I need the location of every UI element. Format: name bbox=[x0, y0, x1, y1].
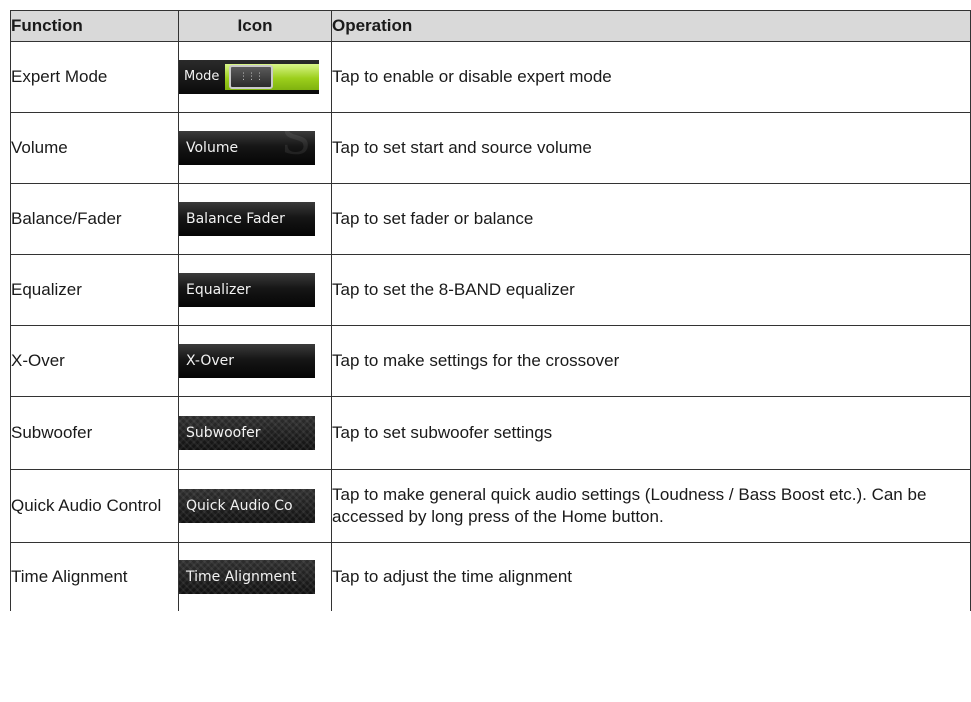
icon-cell: Subwoofer bbox=[178, 396, 332, 470]
watermark-glyph: S bbox=[280, 131, 311, 165]
function-name: Expert Mode bbox=[10, 41, 179, 113]
expert-mode-toggle-icon: Mode ⋮⋮⋮ bbox=[179, 60, 319, 94]
icon-label: Time Alignment bbox=[186, 569, 297, 585]
function-name: Volume bbox=[10, 112, 179, 184]
equalizer-button-icon: Equalizer bbox=[179, 273, 315, 307]
icon-cell: Balance Fader bbox=[178, 183, 332, 255]
time-alignment-button-icon: Time Alignment bbox=[179, 560, 315, 594]
operation-text: Tap to make general quick audio settings… bbox=[331, 469, 971, 543]
icon-cell: Time Alignment bbox=[178, 542, 332, 611]
function-name: Quick Audio Control bbox=[10, 469, 179, 543]
table-row: Quick Audio Control Quick Audio Co Tap t… bbox=[10, 469, 971, 543]
icon-label: X-Over bbox=[186, 353, 235, 369]
icon-cell: Volume S bbox=[178, 112, 332, 184]
function-name: Equalizer bbox=[10, 254, 179, 326]
operation-text: Tap to set subwoofer settings bbox=[331, 396, 971, 470]
header-operation: Operation bbox=[331, 10, 971, 42]
table-row: Equalizer Equalizer Tap to set the 8-BAN… bbox=[10, 254, 971, 326]
operation-text: Tap to set the 8-BAND equalizer bbox=[331, 254, 971, 326]
balance-fader-button-icon: Balance Fader bbox=[179, 202, 315, 236]
operation-text: Tap to adjust the time alignment bbox=[331, 542, 971, 611]
table-row: Time Alignment Time Alignment Tap to adj… bbox=[10, 542, 971, 611]
subwoofer-button-icon: Subwoofer bbox=[179, 416, 315, 450]
operation-text: Tap to set fader or balance bbox=[331, 183, 971, 255]
header-icon: Icon bbox=[178, 10, 332, 42]
toggle-label: Mode bbox=[184, 69, 220, 84]
icon-label: Volume bbox=[186, 140, 239, 156]
table-row: X-Over X-Over Tap to make settings for t… bbox=[10, 325, 971, 397]
table-row: Volume Volume S Tap to set start and sou… bbox=[10, 112, 971, 184]
header-function: Function bbox=[10, 10, 179, 42]
quick-audio-control-button-icon: Quick Audio Co bbox=[179, 489, 315, 523]
icon-label: Quick Audio Co bbox=[186, 498, 293, 514]
icon-cell: Mode ⋮⋮⋮ bbox=[178, 41, 332, 113]
operation-text: Tap to enable or disable expert mode bbox=[331, 41, 971, 113]
operation-text: Tap to make settings for the crossover bbox=[331, 325, 971, 397]
toggle-knob: ⋮⋮⋮ bbox=[229, 65, 273, 89]
function-name: Balance/Fader bbox=[10, 183, 179, 255]
operation-text: Tap to set start and source volume bbox=[331, 112, 971, 184]
table-row: Balance/Fader Balance Fader Tap to set f… bbox=[10, 183, 971, 255]
icon-label: Subwoofer bbox=[186, 425, 261, 441]
function-name: X-Over bbox=[10, 325, 179, 397]
x-over-button-icon: X-Over bbox=[179, 344, 315, 378]
icon-cell: X-Over bbox=[178, 325, 332, 397]
function-table: Function Icon Operation Expert Mode Mode… bbox=[10, 10, 971, 611]
table-row: Subwoofer Subwoofer Tap to set subwoofer… bbox=[10, 396, 971, 470]
table-row: Expert Mode Mode ⋮⋮⋮ Tap to enable or di… bbox=[10, 41, 971, 113]
icon-cell: Quick Audio Co bbox=[178, 469, 332, 543]
function-name: Time Alignment bbox=[10, 542, 179, 611]
icon-cell: Equalizer bbox=[178, 254, 332, 326]
function-name: Subwoofer bbox=[10, 396, 179, 470]
icon-label: Balance Fader bbox=[186, 211, 285, 227]
volume-button-icon: Volume S bbox=[179, 131, 315, 165]
table-header-row: Function Icon Operation bbox=[10, 10, 971, 42]
icon-label: Equalizer bbox=[186, 282, 251, 298]
